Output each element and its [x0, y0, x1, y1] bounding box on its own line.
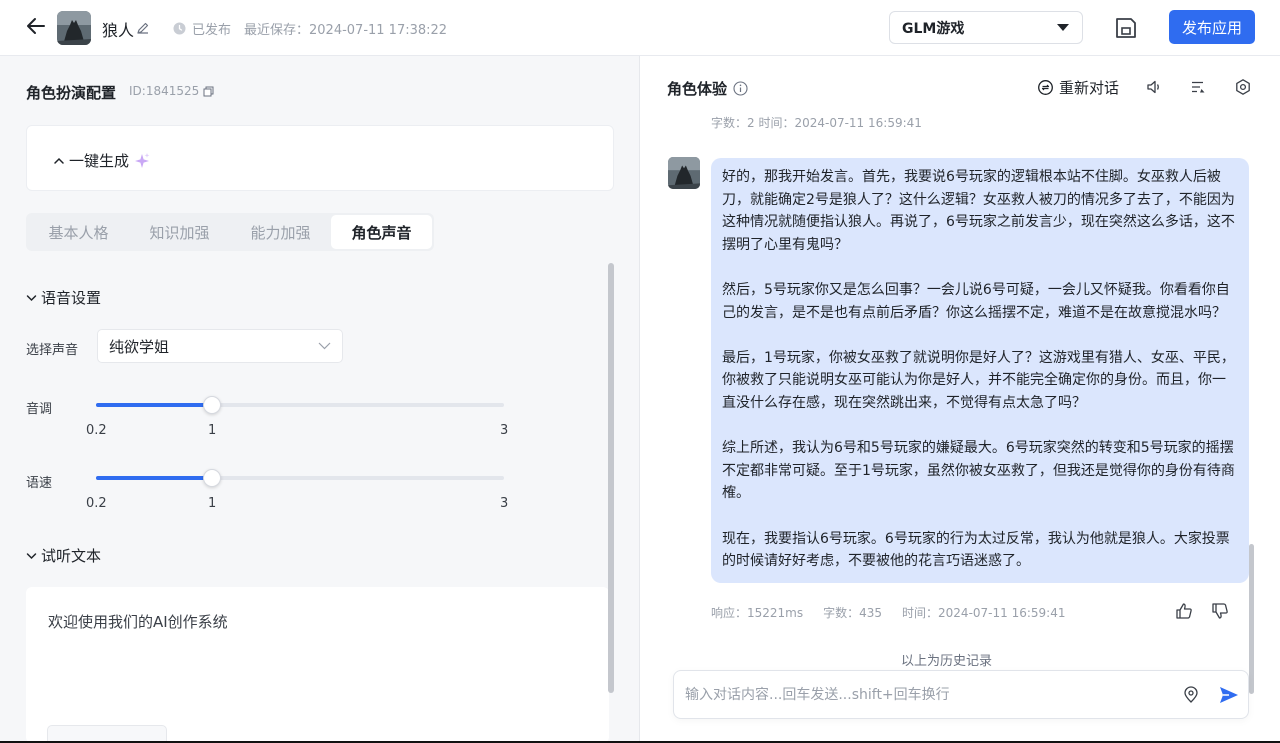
back-arrow-icon[interactable] [24, 14, 48, 38]
response-time: 响应：15221ms [711, 606, 804, 620]
one-click-generate-card: 一键生成 [26, 125, 614, 191]
tab-voice[interactable]: 角色声音 [331, 215, 432, 249]
publish-status-text: 已发布 [192, 23, 232, 38]
chat-title: 角色体验 [667, 78, 748, 99]
chat-scrollbar-track [1249, 116, 1254, 694]
pitch-max-label: 3 [500, 423, 509, 438]
pitch-current-label: 1 [208, 423, 217, 438]
tab-basic-persona[interactable]: 基本人格 [28, 215, 129, 249]
message-meta: 响应：15221ms 字数：435 时间：2024-07-11 16:59:41 [711, 604, 1065, 621]
sparkle-icon [135, 152, 150, 168]
publish-button[interactable]: 发布应用 [1169, 10, 1255, 44]
speed-slider-handle[interactable] [203, 469, 221, 487]
voice-settings-title: 语音设置 [41, 289, 102, 307]
config-id-text: ID:1841525 [129, 84, 200, 98]
refresh-icon [1038, 80, 1053, 95]
chat-input-box [673, 670, 1249, 719]
history-divider-note: 以上为历史记录 [901, 654, 993, 669]
clear-context-icon[interactable] [1189, 78, 1207, 96]
copy-icon[interactable] [203, 86, 214, 97]
speaker-icon[interactable] [1145, 78, 1163, 96]
preview-text-box[interactable]: 欢迎使用我们的AI创作系统 [26, 587, 609, 743]
char-count: 字数：435 [823, 606, 883, 620]
one-click-generate-toggle[interactable]: 一键生成 [53, 150, 151, 171]
previous-message-meta: 字数：2 时间：2024-07-11 16:59:41 [711, 116, 922, 130]
pitch-slider-fill [96, 403, 212, 407]
chat-input[interactable] [685, 683, 1165, 707]
bot-message-bubble: 好的，那我开始发言。首先，我要说6号玩家的逻辑根本站不住脚。女巫救人后被刀，就能… [711, 158, 1249, 583]
tab-knowledge[interactable]: 知识加强 [129, 215, 230, 249]
thumbs-down-icon[interactable] [1211, 602, 1229, 620]
chat-title-text: 角色体验 [667, 80, 728, 98]
pitch-min-label: 0.2 [86, 423, 107, 438]
preview-text-toggle[interactable]: 试听文本 [26, 545, 101, 566]
speed-slider-fill [96, 476, 212, 480]
preview-text: 欢迎使用我们的AI创作系统 [48, 613, 228, 631]
preview-text-title: 试听文本 [41, 547, 102, 565]
speed-slider[interactable] [96, 469, 504, 487]
thumbs-up-icon[interactable] [1175, 602, 1193, 620]
pitch-slider[interactable] [96, 396, 504, 414]
pitch-slider-handle[interactable] [203, 396, 221, 414]
voice-settings-toggle[interactable]: 语音设置 [26, 287, 101, 308]
message-paragraph: 综上所述，我认为6号和5号玩家的嫌疑最大。6号玩家突然的转变和5号玩家的摇摆不定… [722, 440, 1235, 502]
publish-status: 已发布 [173, 19, 231, 38]
chevron-down-icon [26, 294, 37, 301]
model-select[interactable]: GLM游戏 [889, 11, 1083, 44]
info-icon[interactable] [733, 81, 748, 96]
wolf-avatar-icon [668, 157, 700, 189]
voice-select[interactable]: 纯欲学姐 [97, 329, 343, 363]
config-id: ID:1841525 [129, 84, 214, 98]
app-name: 狼人 [102, 21, 135, 40]
save-icon[interactable] [1113, 15, 1139, 41]
restart-chat-label: 重新对话 [1059, 79, 1120, 97]
chevron-down-icon [318, 342, 331, 350]
config-title: 角色扮演配置 [26, 84, 117, 102]
send-icon[interactable] [1218, 684, 1240, 706]
message-time: 时间：2024-07-11 16:59:41 [902, 606, 1066, 620]
message-paragraph: 然后，5号玩家你又是怎么回事？一会儿说6号可疑，一会儿又怀疑我。你看看你自己的发… [722, 281, 1230, 321]
config-tabs: 基本人格 知识加强 能力加强 角色声音 [26, 213, 434, 251]
edit-pencil-icon[interactable] [136, 21, 150, 35]
message-paragraph: 最后，1号玩家，你被女巫救了就说明你是好人了？这游戏里有猎人、女巫、平民，你被救… [722, 349, 1235, 411]
voice-label: 选择声音 [26, 343, 79, 358]
caret-down-icon [1057, 23, 1069, 31]
speed-label: 语速 [26, 476, 53, 491]
chevron-down-icon [26, 552, 37, 559]
restart-chat-button[interactable]: 重新对话 [1037, 77, 1119, 98]
wolf-avatar-icon [57, 11, 91, 45]
speed-current-label: 1 [208, 496, 217, 511]
one-click-generate-label: 一键生成 [69, 152, 130, 170]
chat-scrollbar[interactable] [1249, 544, 1254, 694]
config-scrollbar[interactable] [608, 263, 614, 693]
speed-min-label: 0.2 [86, 496, 107, 511]
chat-panel: 角色体验 重新对话 字数：2 时间：2024-07-11 16:59:41 好的… [641, 56, 1280, 743]
last-saved: 最近保存：2024-07-11 17:38:22 [244, 23, 448, 38]
model-select-value: GLM游戏 [902, 20, 965, 37]
chevron-up-icon [54, 157, 64, 164]
bot-avatar [668, 157, 700, 189]
app-avatar[interactable] [57, 11, 91, 45]
config-panel: 角色扮演配置 ID:1841525 一键生成 基本人格 知识加强 能力加强 角色… [0, 56, 640, 743]
top-bar: 狼人 已发布 最近保存：2024-07-11 17:38:22 GLM游戏 发布… [0, 0, 1280, 56]
settings-gear-icon[interactable] [1234, 78, 1252, 96]
speed-max-label: 3 [500, 496, 509, 511]
message-paragraph: 好的，那我开始发言。首先，我要说6号玩家的逻辑根本站不住脚。女巫救人后被刀，就能… [722, 169, 1235, 253]
location-pin-icon[interactable] [1182, 686, 1200, 704]
message-paragraph: 现在，我要指认6号玩家。6号玩家的行为太过反常，我认为他就是狼人。大家投票的时候… [722, 530, 1230, 570]
clock-icon [173, 22, 186, 35]
tab-ability[interactable]: 能力加强 [230, 215, 331, 249]
pitch-label: 音调 [26, 402, 53, 417]
voice-select-value: 纯欲学姐 [109, 337, 170, 356]
